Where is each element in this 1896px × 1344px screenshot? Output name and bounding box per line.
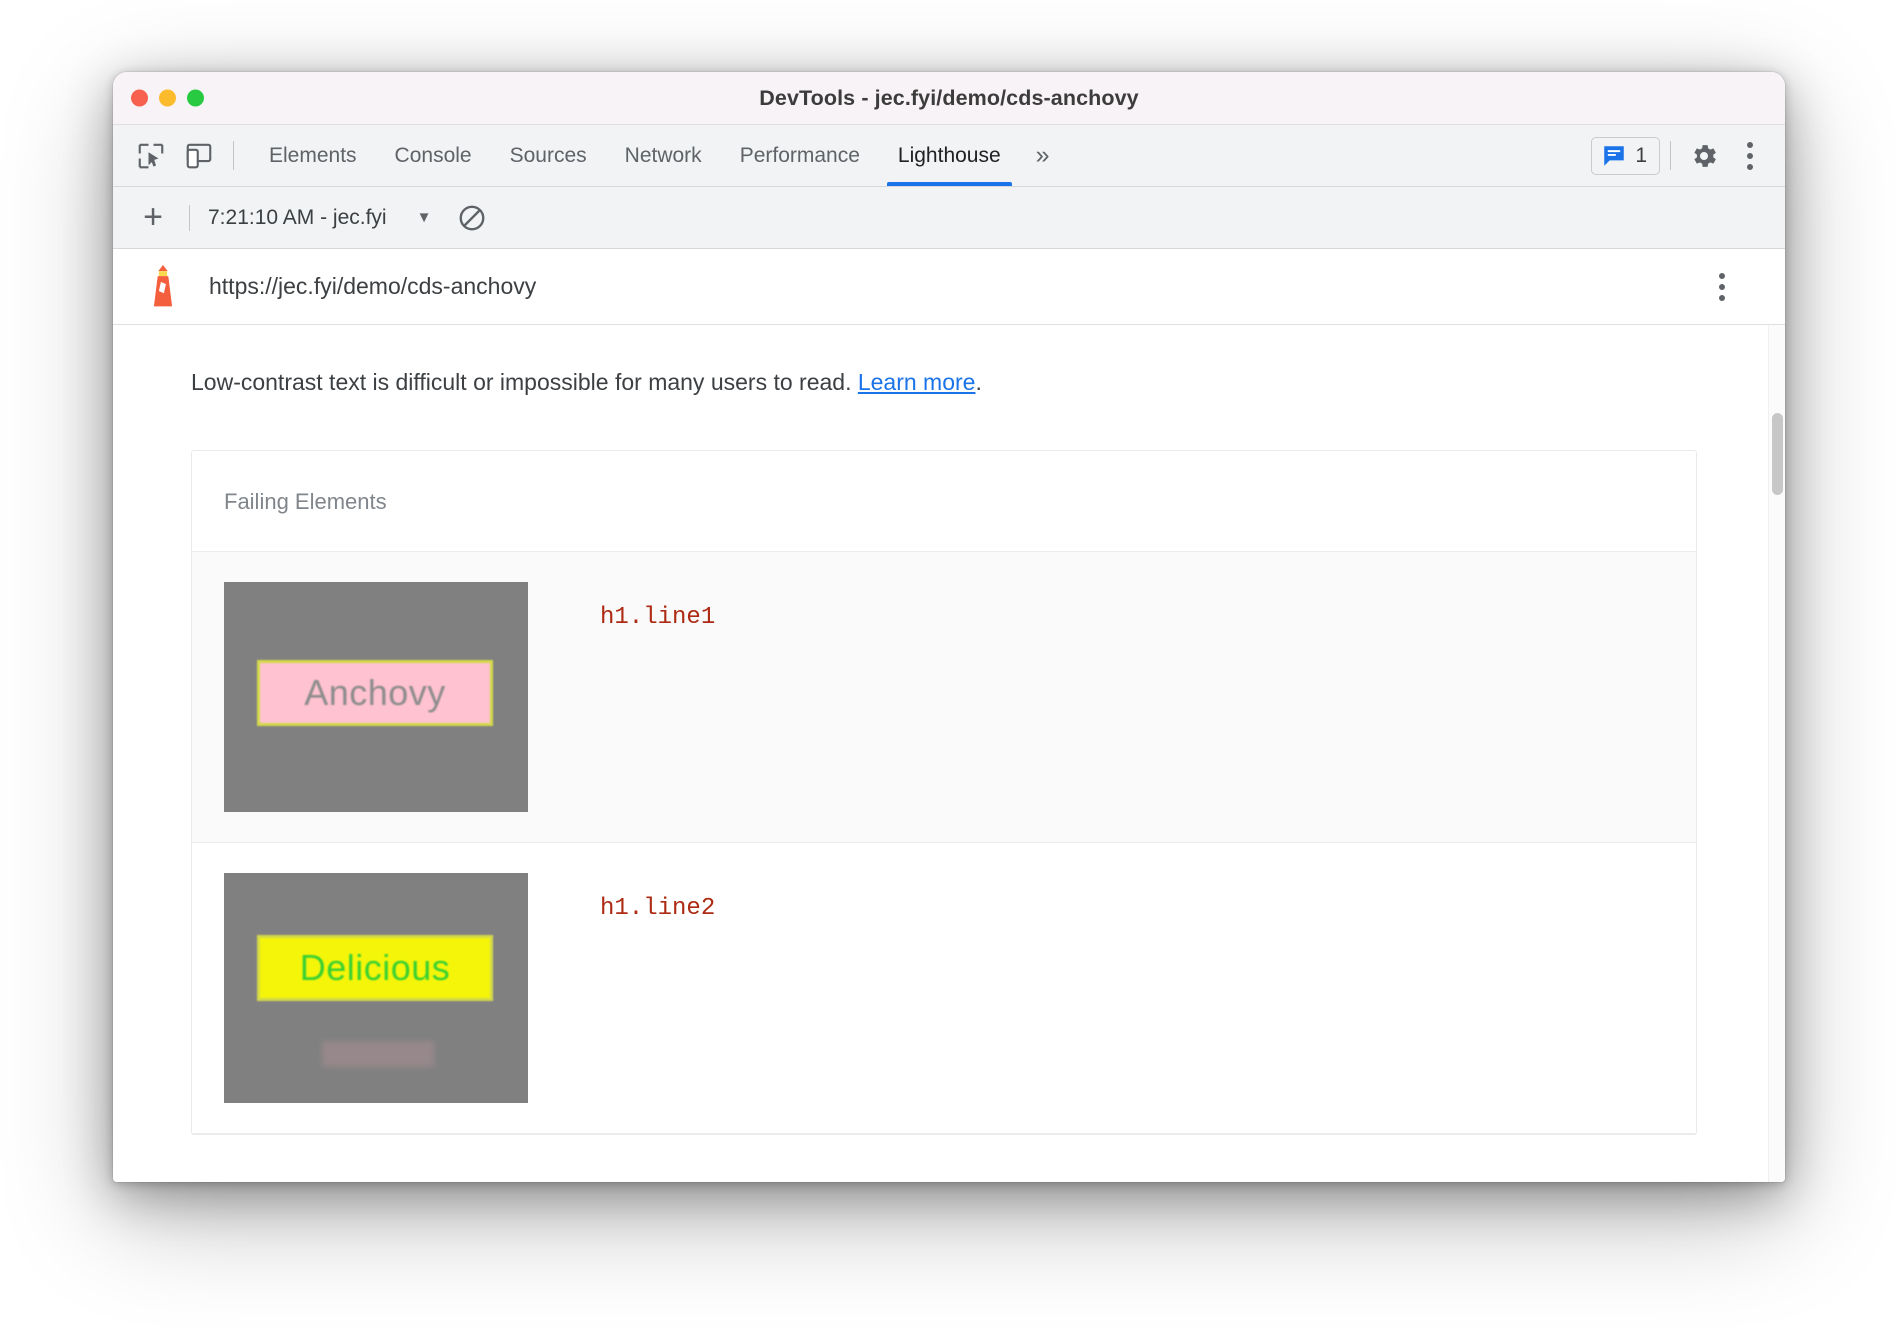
settings-button[interactable]	[1681, 133, 1727, 179]
report-body: Low-contrast text is difficult or imposs…	[113, 325, 1785, 1182]
new-audit-button[interactable]: +	[131, 196, 175, 240]
lighthouse-subtoolbar: + 7:21:10 AM - jec.fyi ▼	[113, 187, 1785, 249]
window-controls	[131, 90, 204, 107]
gear-icon	[1689, 141, 1719, 171]
chevron-down-icon[interactable]: ▼	[417, 209, 432, 226]
screenshot-root: DevTools - jec.fyi/demo/cds-anchovy Elem…	[0, 0, 1896, 1344]
failing-elements-title: Failing Elements	[192, 451, 1696, 552]
scrollbar-thumb[interactable]	[1772, 413, 1783, 495]
tab-performance[interactable]: Performance	[721, 125, 879, 186]
maximize-window-button[interactable]	[187, 90, 204, 107]
kebab-menu-icon	[1719, 273, 1725, 301]
failing-elements-card: Failing Elements Anchovy h1.line1 Delici…	[191, 450, 1697, 1135]
console-messages-button[interactable]: 1	[1591, 137, 1660, 175]
lighthouse-icon	[145, 265, 181, 309]
learn-more-link[interactable]: Learn more	[858, 369, 976, 395]
highlighted-snippet: Anchovy	[257, 660, 493, 726]
tab-label: Elements	[269, 144, 357, 168]
message-count: 1	[1635, 144, 1647, 168]
table-row[interactable]: Anchovy h1.line1	[192, 552, 1696, 843]
table-row[interactable]: Delicious h1.line2	[192, 843, 1696, 1134]
audit-description: Low-contrast text is difficult or imposs…	[113, 325, 1769, 398]
devtools-menu-button[interactable]	[1727, 133, 1773, 179]
tab-label: Network	[625, 144, 702, 168]
window-title: DevTools - jec.fyi/demo/cds-anchovy	[113, 86, 1785, 111]
message-bubble-icon	[1601, 143, 1627, 169]
actions-divider	[1670, 141, 1671, 170]
element-screenshot-thumbnail[interactable]: Delicious	[224, 873, 528, 1103]
subbar-divider	[189, 205, 190, 231]
no-entry-icon	[457, 203, 487, 233]
tab-label: Console	[395, 144, 472, 168]
report-menu-button[interactable]	[1699, 264, 1745, 310]
element-screenshot-thumbnail[interactable]: Anchovy	[224, 582, 528, 812]
tab-label: Lighthouse	[898, 144, 1001, 168]
tab-sources[interactable]: Sources	[491, 125, 606, 186]
panel-tabs: Elements Console Sources Network Perform…	[250, 125, 1020, 186]
audit-description-prefix: Low-contrast text is difficult or imposs…	[191, 369, 858, 395]
tab-console[interactable]: Console	[376, 125, 491, 186]
inspect-element-button[interactable]	[127, 125, 175, 186]
toolbar-divider	[233, 141, 234, 170]
toggle-device-toolbar-button[interactable]	[175, 125, 223, 186]
devtools-tabstrip: Elements Console Sources Network Perform…	[113, 125, 1785, 187]
tab-elements[interactable]: Elements	[250, 125, 376, 186]
window-titlebar: DevTools - jec.fyi/demo/cds-anchovy	[113, 72, 1785, 125]
more-tabs-icon[interactable]: »	[1020, 125, 1064, 186]
highlighted-snippet: Delicious	[257, 935, 493, 1001]
tab-lighthouse[interactable]: Lighthouse	[879, 125, 1020, 186]
report-url: https://jec.fyi/demo/cds-anchovy	[209, 273, 536, 300]
minimize-window-button[interactable]	[159, 90, 176, 107]
report-header: https://jec.fyi/demo/cds-anchovy	[113, 249, 1785, 325]
audit-run-selector[interactable]: 7:21:10 AM - jec.fyi	[208, 206, 387, 230]
tab-label: Sources	[510, 144, 587, 168]
clear-all-button[interactable]	[457, 203, 487, 233]
close-window-button[interactable]	[131, 90, 148, 107]
tab-label: Performance	[740, 144, 860, 168]
tab-network[interactable]: Network	[606, 125, 721, 186]
blurred-secondary-text	[322, 1041, 434, 1067]
report-scroll-area: Low-contrast text is difficult or imposs…	[113, 325, 1769, 1182]
vertical-scrollbar[interactable]	[1768, 325, 1785, 1182]
devtools-window: DevTools - jec.fyi/demo/cds-anchovy Elem…	[113, 72, 1785, 1182]
tabstrip-actions: 1	[1591, 125, 1773, 186]
element-selector: h1.line2	[600, 895, 715, 922]
inspect-cursor-icon	[136, 141, 166, 171]
kebab-menu-icon	[1747, 142, 1753, 170]
element-selector: h1.line1	[600, 604, 715, 631]
audit-description-suffix: .	[975, 369, 981, 395]
device-toolbar-icon	[184, 141, 214, 171]
